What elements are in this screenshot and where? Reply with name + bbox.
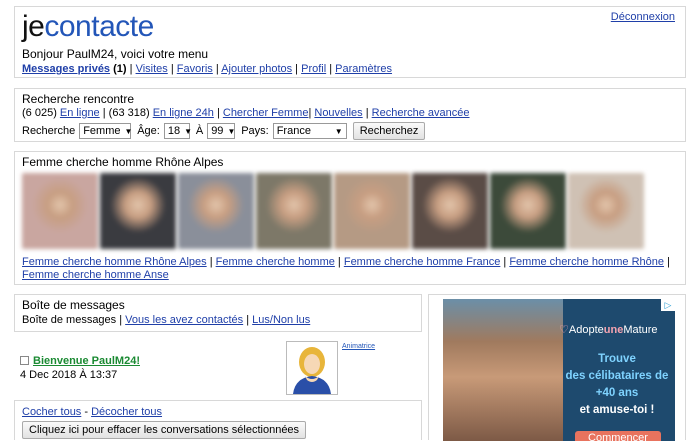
- advanced-search-link[interactable]: Recherche avancée: [372, 107, 470, 119]
- search-form: Recherche Femme ▼ Âge: 18 ▼ À 99 ▼ Pays: Fr…: [22, 122, 426, 140]
- ad-panel: ▷ ♡AdopteuneMature Trouve des célibatair…: [428, 294, 686, 441]
- profile-thumbnails: [22, 173, 644, 249]
- ad-photo: [443, 299, 563, 441]
- gender-select[interactable]: Femme ▼: [79, 123, 133, 139]
- country-label: Pays:: [241, 125, 269, 137]
- profile-thumbnail[interactable]: [100, 173, 176, 249]
- ad-brand-part1: Adopte: [568, 324, 604, 336]
- search-panel: Recherche rencontre (6 025) En ligne | (…: [14, 88, 686, 142]
- check-links: Cocher tous - Décocher tous: [22, 406, 163, 418]
- messages-actions: Cocher tous - Décocher tous Cliquez ici …: [14, 400, 422, 440]
- contacted-link[interactable]: Vous les avez contactés: [125, 314, 243, 326]
- age-max-select[interactable]: 99 ▼: [207, 123, 235, 139]
- menu-settings-link[interactable]: Paramètres: [335, 63, 392, 75]
- search-submit-button[interactable]: Recherchez: [352, 122, 426, 140]
- gallery-links: Femme cherche homme Rhône Alpes | Femme …: [22, 256, 670, 281]
- header-panel: jecontacte Déconnexion Bonjour PaulM24, …: [14, 6, 686, 78]
- messages-panel: Boîte de messages Boîte de messages | Vo…: [14, 294, 422, 332]
- profile-thumbnail[interactable]: [22, 173, 98, 249]
- profile-thumbnail[interactable]: [412, 173, 488, 249]
- message-subject-line: Bienvenue PaulM24!: [20, 355, 140, 367]
- ad-choices-icon[interactable]: ▷: [661, 299, 675, 311]
- chevron-down-icon: ▼: [227, 126, 236, 136]
- menu-visits-link[interactable]: Visites: [136, 63, 168, 75]
- profile-thumbnail[interactable]: [256, 173, 332, 249]
- profile-thumbnail[interactable]: [568, 173, 644, 249]
- sender-avatar[interactable]: [286, 341, 338, 395]
- online24-count: (63 318): [108, 107, 150, 119]
- country-select[interactable]: France ▼: [272, 123, 347, 139]
- delete-conversations-button[interactable]: Cliquez ici pour effacer les conversatio…: [22, 421, 307, 439]
- country-select-value: France: [276, 125, 311, 137]
- menu-favorites-link[interactable]: Favoris: [177, 63, 213, 75]
- message-checkbox[interactable]: [20, 356, 29, 365]
- online24-link[interactable]: En ligne 24h: [153, 107, 214, 119]
- gallery-link-anse[interactable]: Femme cherche homme Anse: [22, 269, 169, 281]
- inbox-label: Boîte de messages: [22, 314, 117, 326]
- age-min-value: 18: [167, 125, 181, 137]
- ad-headline: Trouve des célibataires de +40 ans et am…: [561, 351, 673, 419]
- ad-brand-part2: une: [603, 324, 624, 336]
- message-row: Bienvenue PaulM24! 4 Dec 2018 À 13:37 An…: [14, 339, 422, 397]
- ad-line1: Trouve: [598, 353, 636, 365]
- online-count: (6 025): [22, 107, 57, 119]
- message-date: 4 Dec 2018 À 13:37: [20, 369, 118, 381]
- search-title: Recherche rencontre: [22, 92, 135, 106]
- search-label: Recherche: [22, 125, 76, 137]
- profile-thumbnail[interactable]: [490, 173, 566, 249]
- age-label: Âge:: [137, 125, 160, 137]
- age-max-value: 99: [211, 125, 224, 137]
- logo-text-contacte: contacte: [44, 10, 154, 43]
- menu-add-photos-link[interactable]: Ajouter photos: [221, 63, 292, 75]
- gallery-panel: Femme cherche homme Rhône Alpes Femme ch…: [14, 151, 686, 285]
- messages-title: Boîte de messages: [22, 298, 125, 312]
- ad-line2: des célibataires de +40 ans: [565, 370, 669, 399]
- search-stats: (6 025) En ligne | (63 318) En ligne 24h…: [22, 107, 470, 119]
- gallery-link-rhone[interactable]: Femme cherche homme Rhône: [509, 256, 664, 268]
- chevron-down-icon: ▼: [124, 126, 133, 136]
- greeting-text: Bonjour PaulM24, voici votre menu: [22, 47, 209, 61]
- sender-label-link[interactable]: Animatrice: [342, 343, 375, 350]
- heart-icon: ♡: [559, 324, 569, 336]
- gallery-link-generic[interactable]: Femme cherche homme: [216, 256, 335, 268]
- age-separator: À: [195, 125, 204, 137]
- profile-thumbnail[interactable]: [178, 173, 254, 249]
- messages-count: (1): [113, 63, 127, 75]
- message-subject-link[interactable]: Bienvenue PaulM24!: [33, 355, 140, 367]
- profile-thumbnail[interactable]: [334, 173, 410, 249]
- menu-profile-link[interactable]: Profil: [301, 63, 326, 75]
- logo-text-je: je: [22, 10, 45, 43]
- ad-line3: et amuse-toi !: [579, 404, 655, 416]
- ad-brand: ♡AdopteuneMature: [559, 323, 658, 336]
- online-link[interactable]: En ligne: [60, 107, 100, 119]
- gender-select-value: Femme: [83, 125, 121, 137]
- logout-link[interactable]: Déconnexion: [611, 11, 675, 23]
- age-min-select[interactable]: 18 ▼: [163, 123, 193, 139]
- read-unread-link[interactable]: Lus/Non lus: [252, 314, 310, 326]
- ad-banner[interactable]: ▷ ♡AdopteuneMature Trouve des célibatair…: [443, 299, 675, 441]
- avatar-icon: [293, 347, 331, 394]
- gallery-title: Femme cherche homme Rhône Alpes: [22, 155, 224, 169]
- ad-brand-part3: Mature: [623, 324, 658, 336]
- gallery-link-france[interactable]: Femme cherche homme France: [344, 256, 501, 268]
- gallery-link-rhone-alpes[interactable]: Femme cherche homme Rhône Alpes: [22, 256, 207, 268]
- uncheck-all-link[interactable]: Décocher tous: [91, 406, 162, 418]
- user-menu: Messages privés (1) | Visites | Favoris …: [22, 63, 393, 75]
- chevron-down-icon: ▼: [334, 126, 343, 136]
- search-woman-link[interactable]: Chercher Femme: [223, 107, 309, 119]
- menu-messages-link[interactable]: Messages privés: [22, 63, 110, 75]
- site-logo[interactable]: jecontacte: [22, 11, 154, 43]
- new-members-link[interactable]: Nouvelles: [314, 107, 362, 119]
- messages-nav: Boîte de messages | Vous les avez contac…: [22, 314, 311, 326]
- chevron-down-icon: ▼: [184, 126, 193, 136]
- check-all-link[interactable]: Cocher tous: [22, 406, 81, 418]
